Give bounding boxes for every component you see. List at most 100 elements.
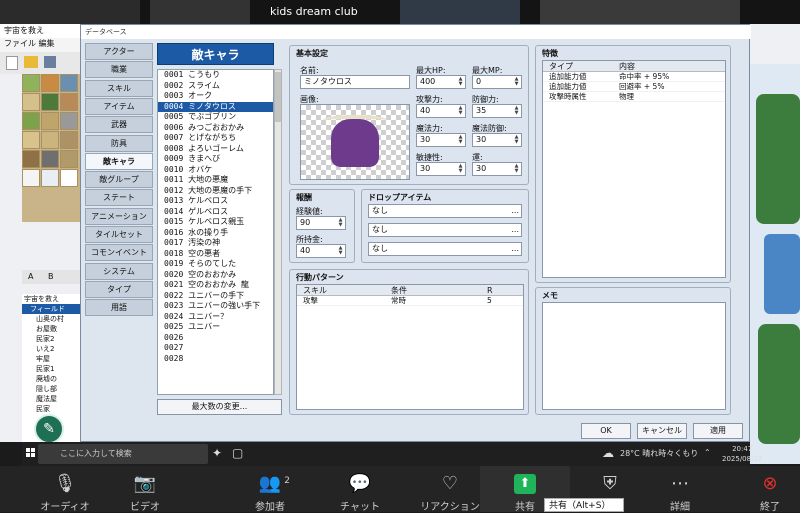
tab-6[interactable]: 敵キャラ [85,152,153,170]
tab-5[interactable]: 防具 [85,134,153,152]
save-icon[interactable] [44,56,56,68]
list-item[interactable]: 0025 ユニバー [158,322,273,333]
spinner-arrows-icon[interactable]: ▲ ▼ [457,77,464,87]
browse-button[interactable]: ... [511,243,519,255]
spinner-arrows-icon[interactable]: ▲ ▼ [513,77,520,87]
stat-field[interactable]: 30 ▲ ▼ [472,162,522,176]
list-item[interactable]: 0021 空のおおかみ 龍 [158,280,273,291]
tab-8[interactable]: ステート [85,189,153,207]
tree-item[interactable]: 廃墟の [22,374,80,384]
trait-row[interactable]: 追加能力値 回避率 + 5% [543,82,725,92]
tab-2[interactable]: スキル [85,79,153,97]
list-item[interactable]: 0027 [158,343,273,354]
tab-12[interactable]: システム [85,262,153,280]
list-item[interactable]: 0017 汚染の神 [158,238,273,249]
list-item[interactable]: 0011 大地の悪魔 [158,175,273,186]
drop-item-field[interactable]: なし... [368,204,522,218]
spinner-arrows-icon[interactable]: ▲ ▼ [513,106,520,116]
cancel-button[interactable]: キャンセル [637,423,687,439]
traits-table[interactable]: タイプ 内容 追加能力値 命中率 + 95% 追加能力値 回避率 + 5% 攻撃時属性物… [542,60,726,278]
spinner-arrows-icon[interactable]: ▲ ▼ [457,106,464,116]
zoom-button-4[interactable]: ♡ リアクション [420,466,480,513]
tab-10[interactable]: タイルセット [85,226,153,243]
list-item[interactable]: 0013 ケルベロス [158,196,273,207]
tab-14[interactable]: 用語 [85,299,153,317]
list-item[interactable]: 0002 スライム [158,81,273,92]
windows-start-icon[interactable] [26,448,36,458]
drop-item-field[interactable]: なし... [368,242,522,256]
tree-item[interactable]: 民家 [22,404,80,414]
stat-field[interactable]: 400 ▲ ▼ [416,75,466,89]
stat-field[interactable]: 40 ▲ ▼ [416,104,466,118]
stat-field[interactable]: 0 ▲ ▼ [472,75,522,89]
tree-item[interactable]: フィールド [22,304,80,314]
change-max-button[interactable]: 最大数の変更... [157,399,282,415]
spinner-arrows-icon[interactable]: ▲ ▼ [513,164,520,174]
task-view-icon[interactable]: ▢ [232,446,243,460]
tab-7[interactable]: 敵グループ [85,171,153,189]
zoom-button-8[interactable]: ⊗ 終了 [740,466,800,513]
tile-palette[interactable] [22,74,80,222]
list-item[interactable]: 0014 ゲルベロス [158,207,273,218]
list-item[interactable]: 0010 オバケ [158,165,273,176]
enemy-list[interactable]: 0001 こうもり 0002 スライム 0003 オーク 0004 ミノタウロス 000… [157,69,274,395]
list-item[interactable]: 0023 ユニバーの強い手下 [158,301,273,312]
tab-layer-a[interactable]: A [22,272,39,281]
action-row[interactable]: 攻撃 常時 5 [297,296,523,306]
tab-9[interactable]: アニメーション [85,207,153,225]
list-item[interactable]: 0006 みつごおおかみ [158,123,273,134]
stat-field[interactable]: 35 ▲ ▼ [472,104,522,118]
folder-icon[interactable] [24,56,38,68]
weather-text[interactable]: 28°C 晴れ時々くもり [620,448,698,459]
tab-1[interactable]: 職業 [85,61,153,79]
tree-item[interactable]: 魔法屋 [22,394,80,404]
menu-edit[interactable]: 編集 [39,39,55,48]
list-item[interactable]: 0016 水の操り手 [158,228,273,239]
stat-field[interactable]: 30 ▲ ▼ [472,133,522,147]
tree-item[interactable]: いえ2 [22,344,80,354]
tab-3[interactable]: アイテム [85,97,153,115]
stat-field[interactable]: 30 ▲ ▼ [416,133,466,147]
ok-button[interactable]: OK [581,423,631,439]
trait-row[interactable]: 攻撃時属性 物理 [543,92,725,102]
tree-item[interactable]: 山奥の村 [22,314,80,324]
chevron-up-icon[interactable]: ⌃ [704,448,711,457]
tree-item[interactable]: 民家1 [22,364,80,374]
name-field[interactable]: ミノタウロス [300,75,410,89]
zoom-button-3[interactable]: 💬 チャット [330,466,390,513]
list-item[interactable]: 0009 きまへび [158,154,273,165]
tab-13[interactable]: タイプ [85,280,153,298]
browse-button[interactable]: ... [511,205,519,217]
tab-4[interactable]: 武器 [85,116,153,134]
action-table[interactable]: スキル 条件 R 攻撃 常時 5 [296,284,524,410]
list-item[interactable]: 0001 こうもり [158,70,273,81]
zoom-button-2[interactable]: 👥 参加者 2 [240,466,300,513]
list-item[interactable]: 0028 [158,354,273,365]
list-item[interactable]: 0026 [158,333,273,344]
list-scrollbar[interactable] [274,69,282,395]
stat-field[interactable]: 30 ▲ ▼ [416,162,466,176]
trait-row[interactable]: 追加能力値 命中率 + 95% [543,72,725,82]
gold-field[interactable]: 40 ▲ ▼ [296,244,346,258]
menu-file[interactable]: ファイル [4,39,36,48]
zoom-button-0[interactable]: 🎙 オーディオ [35,466,95,513]
new-file-icon[interactable] [6,56,18,70]
tab-0[interactable]: アクター [85,43,153,60]
spinner-arrows-icon[interactable]: ▲ ▼ [513,135,520,145]
browse-button[interactable]: ... [511,224,519,236]
list-item[interactable]: 0018 空の悪者 [158,249,273,260]
taskbar-search[interactable]: ここに入力して検索 [38,444,208,464]
list-item[interactable]: 0015 ケルベロス親玉 [158,217,273,228]
list-item[interactable]: 0024 ユニバー？ [158,312,273,323]
tree-item[interactable]: 牢屋 [22,354,80,364]
list-item[interactable]: 0012 大地の悪魔の手下 [158,186,273,197]
spinner-arrows-icon[interactable]: ▲ ▼ [457,164,464,174]
exp-field[interactable]: 90 ▲ ▼ [296,216,346,230]
list-item[interactable]: 0020 空のおおかみ [158,270,273,281]
enemy-image[interactable] [300,104,410,180]
memo-textarea[interactable] [542,302,726,410]
list-item[interactable]: 0004 ミノタウロス [158,101,273,112]
clock[interactable]: 20:47 2025/08/22 [722,444,762,464]
list-item[interactable]: 0005 でぶゴブリン [158,112,273,123]
annotate-pencil-icon[interactable]: ✎ [34,414,64,444]
